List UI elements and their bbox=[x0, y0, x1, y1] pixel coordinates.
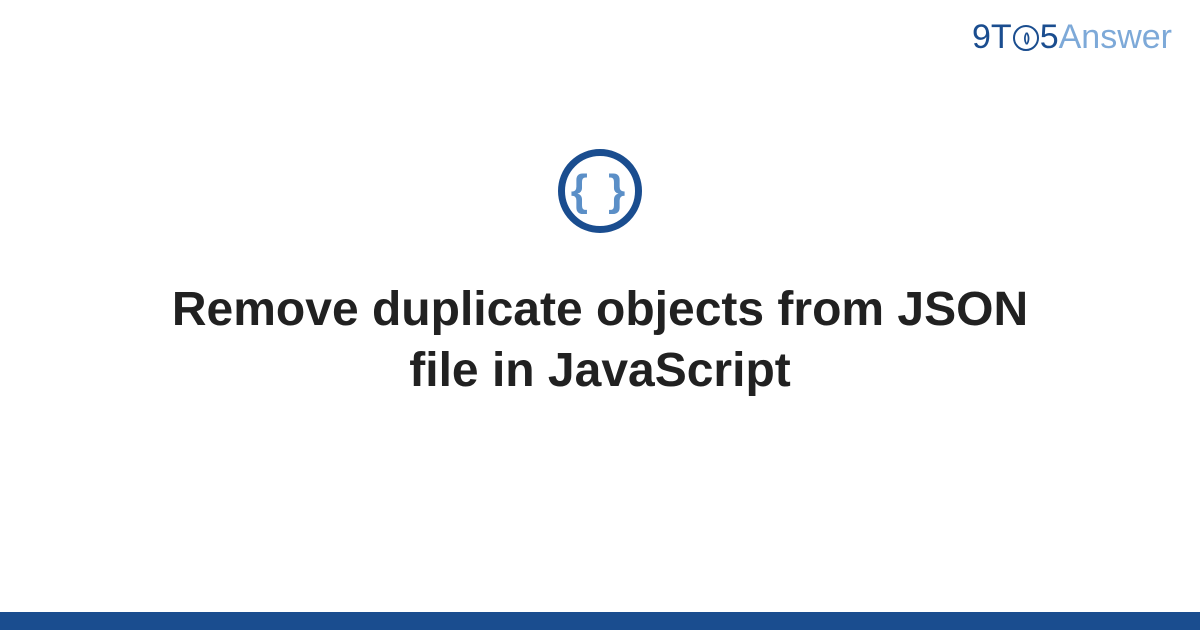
page-title: Remove duplicate objects from JSON file … bbox=[150, 279, 1050, 402]
footer-accent-bar bbox=[0, 612, 1200, 630]
braces-icon: { } bbox=[571, 166, 629, 216]
main-content: { } Remove duplicate objects from JSON f… bbox=[0, 0, 1200, 630]
category-icon-circle: { } bbox=[558, 149, 642, 233]
